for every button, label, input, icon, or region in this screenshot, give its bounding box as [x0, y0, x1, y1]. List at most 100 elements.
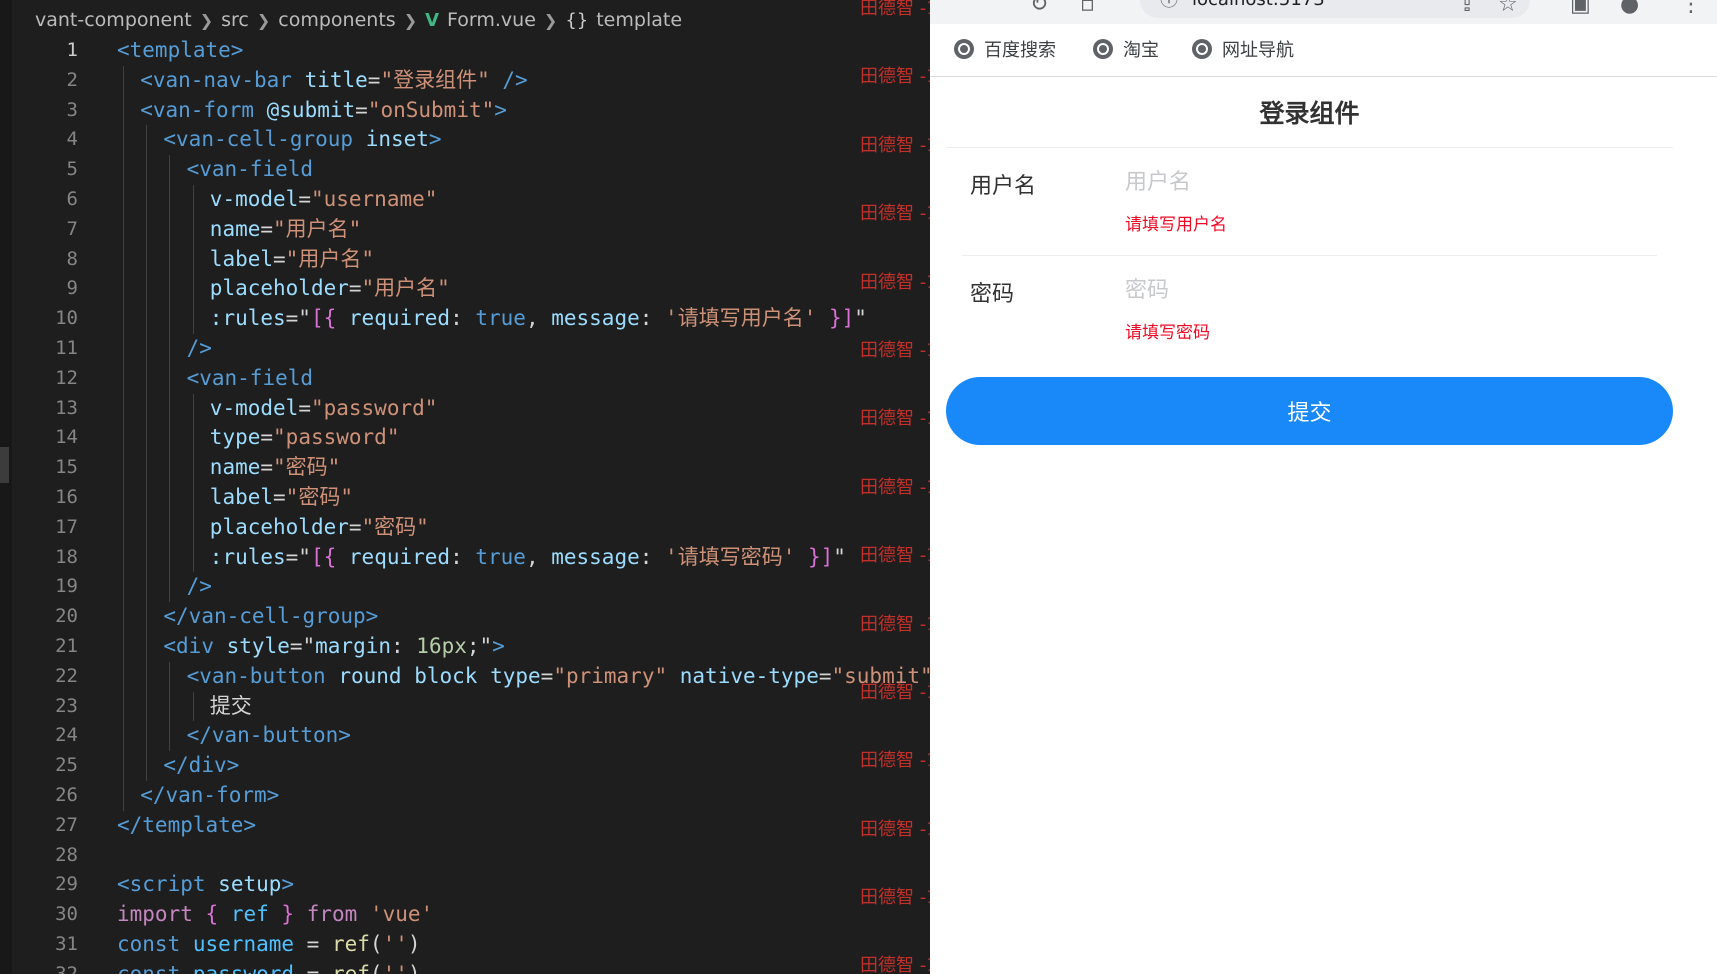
breadcrumb-item-project[interactable]: vant-component [35, 9, 192, 31]
indent-guide [123, 721, 124, 752]
code-token: setup [218, 872, 282, 897]
code-line[interactable]: 7 name="用户名" [0, 214, 930, 245]
code-line[interactable]: 22 <van-button round block type="primary"… [0, 661, 930, 692]
code-line[interactable]: 4 <van-cell-group inset> [0, 125, 930, 156]
code-token: [{ [310, 544, 337, 569]
page-icon[interactable]: ▫ [1080, 0, 1095, 17]
window-icon[interactable]: ▣ [1570, 0, 1591, 17]
line-number: 2 [66, 68, 78, 91]
reload-icon[interactable]: ↻ [1030, 0, 1048, 17]
code-token: "密码" [361, 514, 429, 539]
code-editor[interactable]: vant-component ❯ src ❯ components ❯ V Fo… [0, 0, 930, 974]
username-label: 用户名 [970, 174, 1037, 199]
chevron-right-icon: ❯ [256, 10, 271, 30]
bookmark-taobao[interactable]: 淘宝 [1093, 34, 1159, 64]
indent-guide [146, 184, 148, 215]
star-icon[interactable]: ☆ [1498, 0, 1518, 17]
login-page: 登录组件 用户名 请填写用户名 密码 请填写密码 提交 [946, 77, 1673, 445]
indent-guide [169, 363, 171, 394]
bookmark-label: 网址导航 [1222, 40, 1294, 61]
code-line[interactable]: 12 <van-field [0, 363, 930, 394]
code-token: message [551, 306, 640, 331]
menu-icon[interactable]: ⋮ [1680, 0, 1702, 17]
code-token: '' [382, 961, 408, 974]
code-line[interactable]: 26 </van-form> [0, 780, 930, 811]
bookmark-baidu[interactable]: 百度搜索 [954, 34, 1056, 64]
code-line[interactable]: 20 </van-cell-group> [0, 602, 930, 632]
username-field: 用户名 请填写用户名 [962, 148, 1657, 255]
chevron-right-icon: ❯ [403, 10, 418, 30]
breadcrumb-item-components[interactable]: components [278, 9, 395, 31]
line-number: 8 [66, 247, 78, 270]
code-token: "primary" [553, 663, 668, 688]
code-line[interactable]: 6 v-model="username" [0, 184, 930, 215]
indent-guide [192, 244, 194, 275]
code-line[interactable]: 23 提交 [0, 691, 930, 722]
code-token: required [348, 306, 451, 331]
breadcrumb-item-file[interactable]: Form.vue [447, 9, 536, 31]
info-icon[interactable]: ⓘ [1160, 0, 1178, 12]
breadcrumb: vant-component ❯ src ❯ components ❯ V Fo… [35, 6, 682, 34]
breadcrumb-item-src[interactable]: src [221, 9, 249, 31]
breadcrumb-item-symbol[interactable]: template [596, 9, 682, 31]
profile-icon[interactable]: ● [1620, 0, 1639, 17]
code-line[interactable]: 8 label="用户名" [0, 244, 930, 275]
code-token: style [226, 633, 290, 658]
code-line[interactable]: 9 placeholder="用户名" [0, 274, 930, 305]
code-token: "onSubmit" [367, 97, 495, 122]
share-icon[interactable]: ⇪ [1458, 0, 1476, 17]
code-token: true [475, 544, 526, 569]
code-line[interactable]: 10:rules="[{ required: true, message: '请… [0, 304, 930, 334]
code-line[interactable]: 5 <van-field [0, 155, 930, 185]
line-number: 9 [66, 277, 78, 300]
code-line[interactable]: 17 placeholder="密码" [0, 512, 930, 543]
code-line[interactable]: 21 <div style="margin: 16px;"> [0, 631, 930, 662]
password-input[interactable] [1125, 272, 1645, 308]
indent-guide [123, 423, 124, 454]
code-line[interactable]: 28 [0, 841, 930, 871]
code-line[interactable]: 16 label="密码" [0, 482, 930, 513]
code-line[interactable]: 15 name="密码" [0, 453, 930, 483]
code-token: placeholder [209, 514, 349, 539]
code-token: }] [808, 544, 834, 569]
code-line[interactable]: 32 const password = ref('') [0, 960, 930, 974]
code-line[interactable]: 14 type="password" [0, 423, 930, 454]
browser-window: ↻ ▫ ⓘ localhost:5173 ⇪ ☆ ▣ ● ⋮ 百度搜索 淘宝 网… [930, 0, 1717, 974]
bookmark-nav[interactable]: 网址导航 [1192, 34, 1294, 64]
code-line[interactable]: 19 /> [0, 572, 930, 603]
code-token: message [551, 544, 640, 569]
indent-guide [169, 661, 171, 692]
code-line[interactable]: 31 const username = ref('') [0, 930, 930, 960]
code-line[interactable]: 25 </div> [0, 751, 930, 781]
submit-button[interactable]: 提交 [946, 377, 1673, 445]
username-input[interactable] [1125, 164, 1645, 200]
code-text: <template> [117, 36, 243, 66]
indent-guide [146, 244, 148, 275]
code-area[interactable]: 1 <template> 2 <van-nav-bar title="登录组件" />… [0, 36, 930, 974]
code-token: = [294, 931, 332, 956]
indent-guide [146, 333, 148, 364]
code-line[interactable]: 2 <van-nav-bar title="登录组件" /> [0, 65, 930, 96]
code-line[interactable]: 11 /> [0, 333, 930, 364]
code-token: v-model [209, 395, 299, 420]
code-line[interactable]: 30 import { ref } from 'vue' [0, 900, 930, 930]
code-line[interactable]: 1 <template> [0, 36, 930, 66]
code-line[interactable]: 24 </van-button> [0, 721, 930, 752]
code-line[interactable]: 3 <van-form @submit="onSubmit"> [0, 95, 930, 126]
code-line[interactable]: 27 </template> [0, 811, 930, 841]
nav-bar: 登录组件 [946, 77, 1673, 148]
code-token: =" [289, 633, 316, 658]
code-line[interactable]: 18:rules="[{ required: true, message: '请… [0, 542, 930, 573]
indent-guide [146, 423, 148, 454]
code-token: [{ [310, 306, 337, 331]
line-number: 24 [55, 724, 78, 747]
code-token: ref [230, 902, 269, 927]
url-text: localhost:5173 [1192, 0, 1325, 10]
code-line[interactable]: 13 v-model="password" [0, 393, 930, 424]
code-line[interactable]: 29 <script setup> [0, 870, 930, 900]
code-text: /> [187, 334, 212, 364]
